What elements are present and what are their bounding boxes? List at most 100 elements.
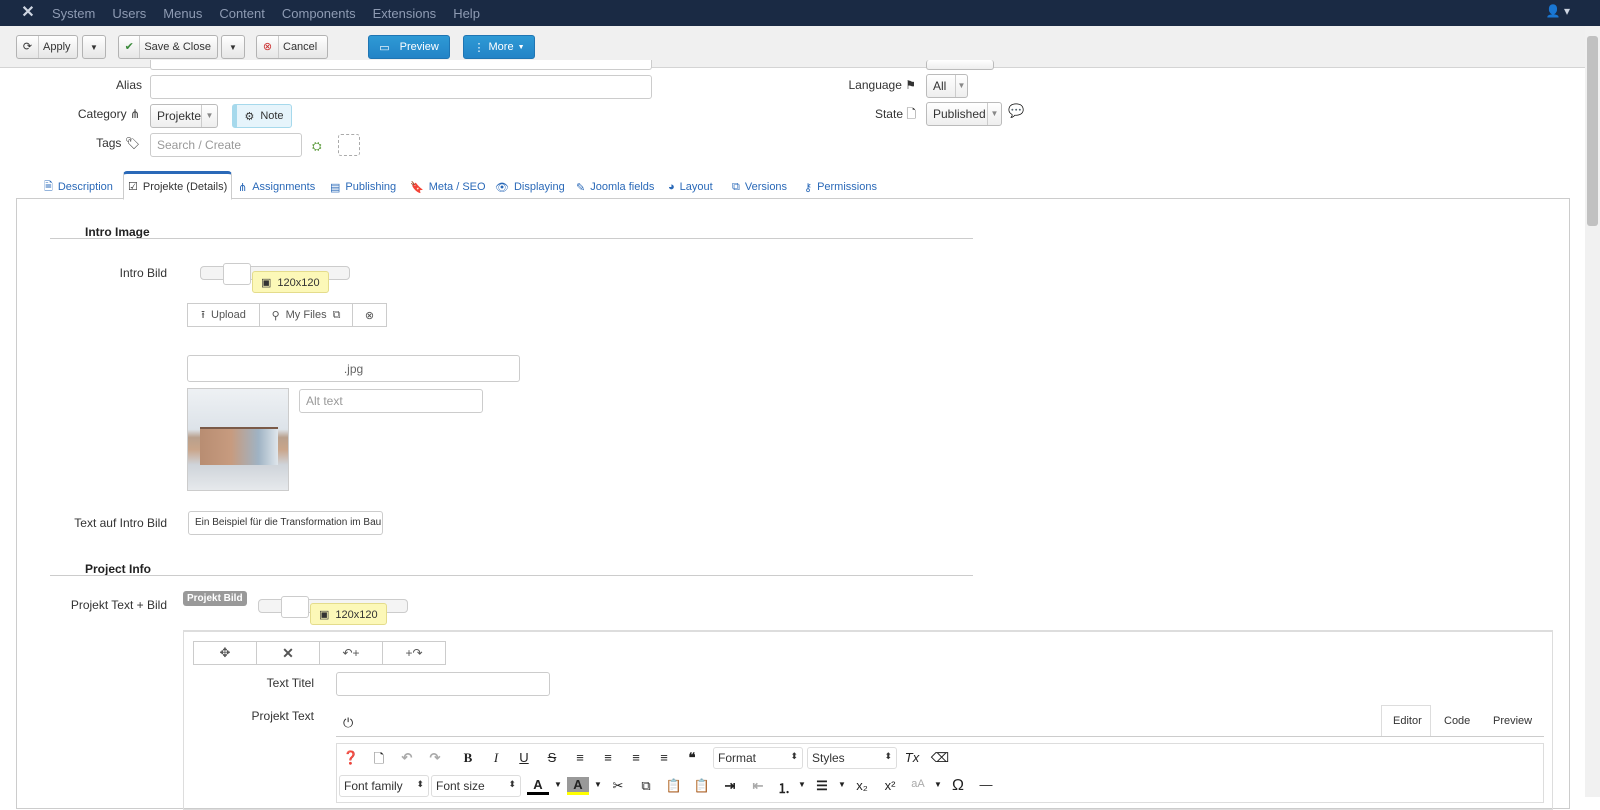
alt-text-input[interactable]: Alt text (299, 389, 483, 413)
tab-joomla-fields[interactable]: ✎ Joomla fields (576, 174, 654, 200)
tab-meta-seo[interactable]: 🔖 Meta / SEO (410, 174, 486, 200)
cut-icon[interactable]: ✂ (607, 778, 629, 794)
menu-menus[interactable]: Menus (163, 6, 202, 21)
tags-add-icon[interactable]: ⛭ (312, 139, 322, 154)
bookmark-icon: 🔖 (410, 181, 424, 194)
strikethrough-icon[interactable]: S (541, 750, 563, 765)
eraser-icon[interactable]: ⌫ (929, 750, 951, 766)
caret-down-icon[interactable]: ▼ (831, 780, 853, 789)
alias-input[interactable] (150, 75, 652, 99)
caret-down-icon[interactable]: ▼ (547, 780, 569, 789)
caret-down-icon[interactable]: ▼ (587, 780, 609, 789)
superscript-icon[interactable]: x² (879, 778, 901, 793)
tab-assignments[interactable]: ⋔ Assignments (238, 174, 315, 200)
add-row-after-button[interactable]: +↷ (382, 641, 446, 665)
redo-icon[interactable]: ↷ (424, 750, 446, 766)
outdent-icon[interactable]: ⇤ (747, 778, 769, 794)
menu-help[interactable]: Help (453, 6, 480, 21)
background-color-icon[interactable]: A (567, 777, 589, 795)
language-select[interactable]: All ▼ (926, 74, 968, 98)
italic-icon[interactable]: I (485, 750, 507, 766)
align-left-icon[interactable]: ≡ (625, 750, 647, 765)
ellipsis-icon: ⋮ (473, 41, 485, 54)
slider-handle[interactable] (281, 596, 309, 618)
tab-code[interactable]: Code (1444, 715, 1470, 727)
remove-row-button[interactable]: ✕ (256, 641, 320, 665)
joomla-logo-icon[interactable]: ✕ (18, 3, 38, 23)
sitemap-icon: ⋔ (129, 107, 140, 121)
tab-projekte-details[interactable]: ☑ Projekte (Details) (123, 171, 233, 200)
intro-size-tooltip: ▣ 120x120 (252, 271, 329, 293)
tags-input[interactable]: Search / Create (150, 133, 302, 157)
upload-button[interactable]: ⭱ Upload (187, 303, 260, 327)
copy-icon[interactable]: ⧉ (635, 778, 657, 794)
horizontal-rule-icon[interactable]: — (975, 777, 997, 792)
font-size-select[interactable]: Font size ⬍ (431, 775, 521, 797)
tag-drop-target[interactable] (338, 134, 360, 156)
align-center-icon[interactable]: ≡ (597, 750, 619, 765)
tab-displaying[interactable]: 👁 Displaying (495, 174, 565, 200)
tab-layout[interactable]: ◕ Layout (668, 174, 713, 200)
text-intro-bild-input[interactable]: Ein Beispiel für die Transformation im B… (188, 511, 383, 535)
category-select[interactable]: Projekte ▼ (150, 104, 218, 128)
save-dropdown-button[interactable]: ▼ (221, 35, 245, 59)
apply-button[interactable]: ⟳ Apply (16, 35, 78, 59)
menu-system[interactable]: System (52, 6, 95, 21)
align-right-icon[interactable]: ≡ (653, 750, 675, 765)
align-justify-icon[interactable]: ≡ (569, 750, 591, 765)
scrollbar-thumb[interactable] (1587, 36, 1598, 226)
gear-icon: ⚙ (244, 110, 255, 123)
slider-handle[interactable] (223, 263, 251, 285)
cancel-button[interactable]: ⊗ Cancel (256, 35, 328, 59)
state-select[interactable]: Published ▼ (926, 102, 1002, 126)
image-icon: ▣ (319, 609, 330, 621)
save-close-button[interactable]: ✔ Save & Close (118, 35, 218, 59)
text-titel-input[interactable] (336, 672, 550, 696)
blockquote-icon[interactable]: ❝ (681, 750, 703, 766)
tab-editor[interactable]: Editor (1393, 715, 1422, 727)
building-shape (200, 427, 278, 465)
menu-components[interactable]: Components (282, 6, 356, 21)
styles-select[interactable]: Styles ⬍ (807, 747, 897, 769)
text-color-icon[interactable]: A (527, 777, 549, 795)
clear-formatting-icon[interactable]: Tx (901, 750, 923, 765)
bullet-list-icon[interactable]: ☰ (811, 778, 833, 794)
font-family-select[interactable]: Font family ⬍ (339, 775, 429, 797)
menu-extensions[interactable]: Extensions (373, 6, 437, 21)
tab-preview[interactable]: Preview (1493, 715, 1532, 727)
power-icon[interactable]: ⏻ (343, 715, 353, 731)
tab-permissions[interactable]: ⚷ Permissions (804, 174, 877, 200)
indent-icon[interactable]: ⇥ (719, 778, 741, 794)
text-case-icon[interactable]: aA (907, 778, 929, 790)
add-row-before-button[interactable]: ↶+ (319, 641, 383, 665)
more-button[interactable]: ⋮ More ▼ (463, 35, 535, 59)
help-icon[interactable]: ❓ (340, 750, 362, 766)
underline-icon[interactable]: U (513, 750, 535, 765)
comments-icon[interactable]: 💬 (1008, 103, 1024, 119)
paste-icon[interactable]: 📋 (663, 778, 685, 794)
user-menu-icon[interactable]: 👤 ▾ (1546, 4, 1570, 18)
preview-button[interactable]: ▭ Preview (368, 35, 450, 59)
bold-icon[interactable]: B (457, 750, 479, 766)
image-path-input[interactable]: .jpg (187, 355, 520, 382)
move-row-button[interactable]: ✥ (193, 641, 257, 665)
apply-dropdown-button[interactable]: ▼ (82, 35, 106, 59)
clear-image-button[interactable]: ⊗ (352, 303, 387, 327)
menu-content[interactable]: Content (219, 6, 265, 21)
tab-description[interactable]: 🗎 Description (44, 174, 113, 200)
page-scrollbar[interactable] (1585, 26, 1600, 797)
undo-plus-icon: ↶+ (342, 646, 360, 660)
note-button[interactable]: ⚙ Note (232, 104, 292, 128)
caret-down-icon[interactable]: ▼ (791, 780, 813, 789)
special-character-icon[interactable]: Ω (947, 777, 969, 795)
caret-down-icon[interactable]: ▼ (927, 780, 949, 789)
paste-text-icon[interactable]: 📋 (691, 778, 713, 794)
tab-versions[interactable]: ⧉ Versions (732, 174, 787, 200)
my-files-button[interactable]: ⚲ My Files ⧉ (259, 303, 353, 327)
subscript-icon[interactable]: x₂ (851, 778, 873, 793)
tab-publishing[interactable]: ▤ Publishing (330, 174, 396, 200)
menu-users[interactable]: Users (112, 6, 146, 21)
format-select[interactable]: Format ⬍ (713, 747, 803, 769)
new-document-icon[interactable]: 🗋 (368, 750, 390, 772)
undo-icon[interactable]: ↶ (396, 750, 418, 766)
